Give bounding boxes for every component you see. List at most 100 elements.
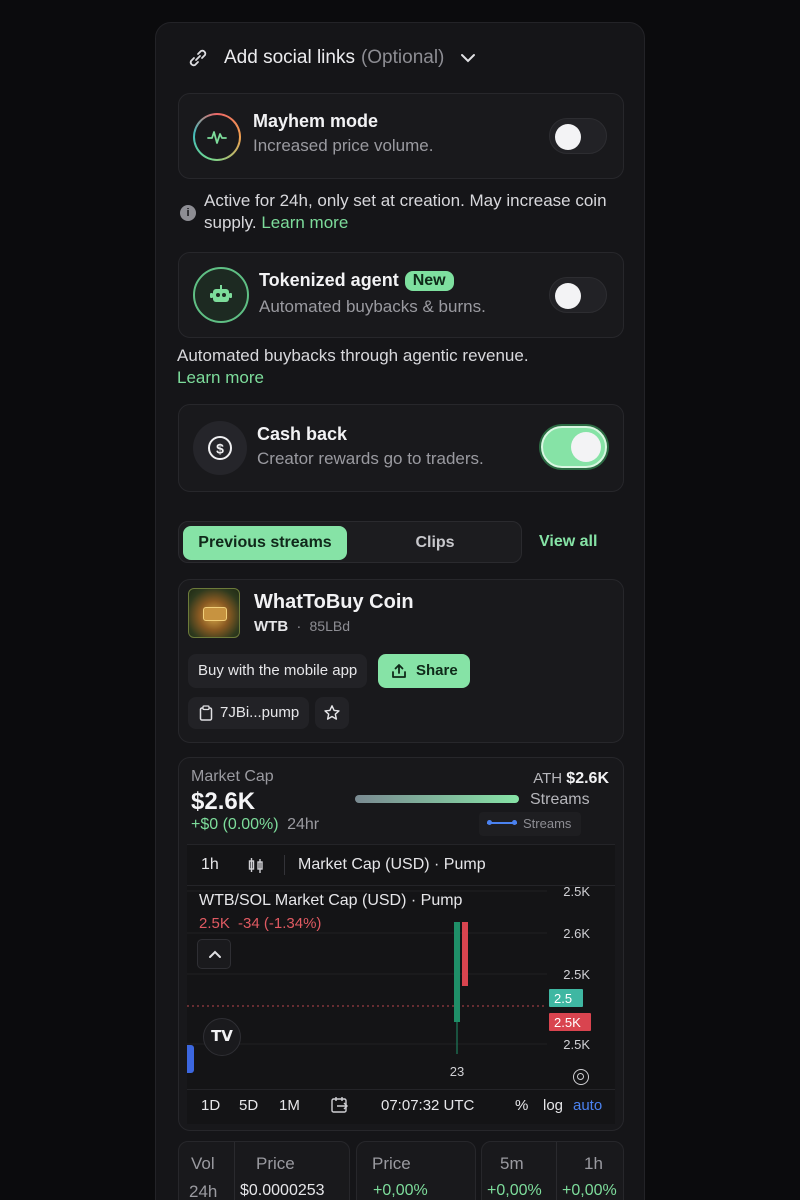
robot-icon [193, 267, 249, 323]
share-label: Share [416, 662, 458, 679]
agent-note-text: Automated buybacks through agentic reven… [177, 346, 529, 365]
dollar-coin-icon: $ [193, 421, 247, 475]
price2-value: +0,00% [373, 1182, 428, 1199]
price2-label: Price [372, 1154, 411, 1173]
meta-dot: · [296, 618, 302, 635]
ath-value: $2.6K [566, 770, 609, 787]
ath-label: ATH [533, 770, 563, 787]
coin-meta: WTB · 85LBd [254, 618, 350, 635]
agent-title-row: Tokenized agent New [259, 270, 454, 291]
interval-button[interactable]: 1h [201, 856, 219, 874]
streams-legend-label: Streams [523, 816, 572, 831]
range-5d[interactable]: 5D [239, 1097, 258, 1114]
price-tag-label: 2.5K [554, 1015, 581, 1030]
coin-ticker: WTB [254, 618, 289, 635]
range-1d[interactable]: 1D [201, 1097, 220, 1114]
agent-title: Tokenized agent [259, 270, 399, 290]
cash-back-card: $ Cash back Creator rewards go to trader… [178, 404, 624, 492]
svg-text:$: $ [216, 441, 224, 457]
agent-subtitle: Automated buybacks & burns. [259, 297, 486, 316]
cashback-toggle[interactable] [541, 426, 607, 468]
streams-legend: Streams [479, 812, 582, 836]
mayhem-note: Active for 24h, only set at creation. Ma… [204, 190, 614, 234]
mayhem-title: Mayhem mode [253, 111, 379, 131]
tab-previous-streams[interactable]: Previous streams [183, 526, 347, 560]
coin-creator: 85LBd [309, 618, 350, 634]
info-icon: i [180, 205, 196, 221]
coin-info-card: WhatToBuy Coin WTB · 85LBd Buy with the … [178, 579, 624, 743]
coin-avatar [188, 588, 240, 638]
clipboard-icon [199, 705, 213, 721]
y-tick-label: 2.6K [563, 926, 590, 941]
percent-scale-toggle[interactable]: % [515, 1097, 528, 1114]
buy-mobile-app-button[interactable]: Buy with the mobile app [188, 654, 368, 688]
price-chart: 1h Market Cap (USD) · Pump WTB/SOL Marke… [187, 844, 615, 1124]
optional-label: (Optional) [360, 47, 445, 68]
chart-indicator-title[interactable]: Market Cap (USD) · Pump [298, 856, 486, 874]
footer-divider [187, 1089, 615, 1090]
market-cap-card: Market Cap $2.6K +$0 (0.00%) 24hr ATH $2… [178, 757, 624, 1131]
share-icon [392, 664, 406, 678]
tradingview-logo-icon[interactable]: 𝗧𝗩 [203, 1018, 241, 1056]
market-cap-period: 24hr [287, 816, 320, 833]
volume-price-stat: Vol 24h Price $0.0000253 [178, 1141, 350, 1200]
chart-plot-area[interactable]: 2.5K 2.6K 2.5K 2.5K 2.5 2.5K 23 [187, 886, 615, 1086]
vol-label: Vol [191, 1154, 215, 1173]
y-tick-label: 2.5K [563, 967, 590, 982]
timeframe-change-stat: 5m +0,00% 1h +0,00% [481, 1141, 624, 1200]
link-icon [189, 49, 207, 67]
coin-name: WhatToBuy Coin [254, 591, 414, 613]
star-icon [324, 705, 340, 720]
toolbar-divider [284, 855, 285, 875]
y-tick-label: 2.5K [563, 886, 590, 899]
new-badge: New [404, 271, 454, 291]
ath-row: ATH $2.6K [533, 770, 609, 788]
candle-body [462, 922, 468, 986]
chevron-down-icon [461, 54, 476, 63]
chart-clock[interactable]: 07:07:32 UTC [381, 1097, 474, 1114]
mayhem-learn-more-link[interactable]: Learn more [261, 213, 348, 232]
mayhem-toggle[interactable] [549, 118, 607, 154]
price-change-stat: Price +0,00% [356, 1141, 476, 1200]
cashback-title: Cash back [257, 424, 348, 444]
log-scale-toggle[interactable]: log [543, 1097, 563, 1114]
social-links-label: Add social links [224, 47, 355, 68]
view-all-link[interactable]: View all [539, 533, 597, 551]
price-value: $0.0000253 [240, 1182, 325, 1199]
add-social-links-toggle[interactable]: Add social links (Optional) [186, 43, 478, 73]
market-cap-label: Market Cap [191, 768, 274, 785]
candle-body [454, 922, 460, 1022]
agent-learn-more-link[interactable]: Learn more [177, 367, 617, 389]
y-tick-label: 2.5K [563, 1037, 590, 1052]
mayhem-subtitle: Increased price volume. [253, 136, 434, 155]
favorite-button[interactable] [315, 697, 349, 729]
m5-label: 5m [500, 1154, 524, 1173]
candles-icon[interactable] [247, 857, 265, 875]
share-button[interactable]: Share [378, 654, 470, 688]
streams-label: Streams [530, 791, 590, 808]
h1-label: 1h [584, 1154, 603, 1173]
vol-period: 24h [189, 1182, 218, 1200]
agent-note: Automated buybacks through agentic reven… [177, 345, 617, 389]
mayhem-icon [193, 113, 241, 161]
m5-value: +0,00% [487, 1182, 542, 1199]
streams-legend-line [487, 820, 517, 825]
cashback-subtitle: Creator rewards go to traders. [257, 449, 484, 468]
agent-toggle[interactable] [549, 277, 607, 313]
x-tick-label: 23 [450, 1064, 464, 1079]
tab-clips[interactable]: Clips [355, 526, 515, 560]
date-range-icon[interactable] [330, 1095, 350, 1115]
chart-settings-icon[interactable] [573, 1069, 589, 1085]
auto-scale-toggle[interactable]: auto [573, 1097, 602, 1114]
price-tag-label: 2.5 [554, 991, 572, 1006]
mayhem-mode-card: Mayhem mode Increased price volume. [178, 93, 624, 179]
price-label: Price [256, 1154, 295, 1173]
create-coin-panel: Add social links (Optional) Mayhem mode I… [155, 22, 645, 1200]
tokenized-agent-card: Tokenized agent New Automated buybacks & … [178, 252, 624, 338]
ath-progress-bar [355, 795, 519, 803]
drawing-toolbar-handle[interactable] [187, 1045, 194, 1073]
copy-address-button[interactable]: 7JBi...pump [188, 697, 310, 729]
streams-tab-bar: Previous streams Clips [178, 521, 522, 563]
range-1m[interactable]: 1M [279, 1097, 300, 1114]
contract-address: 7JBi...pump [220, 704, 300, 721]
